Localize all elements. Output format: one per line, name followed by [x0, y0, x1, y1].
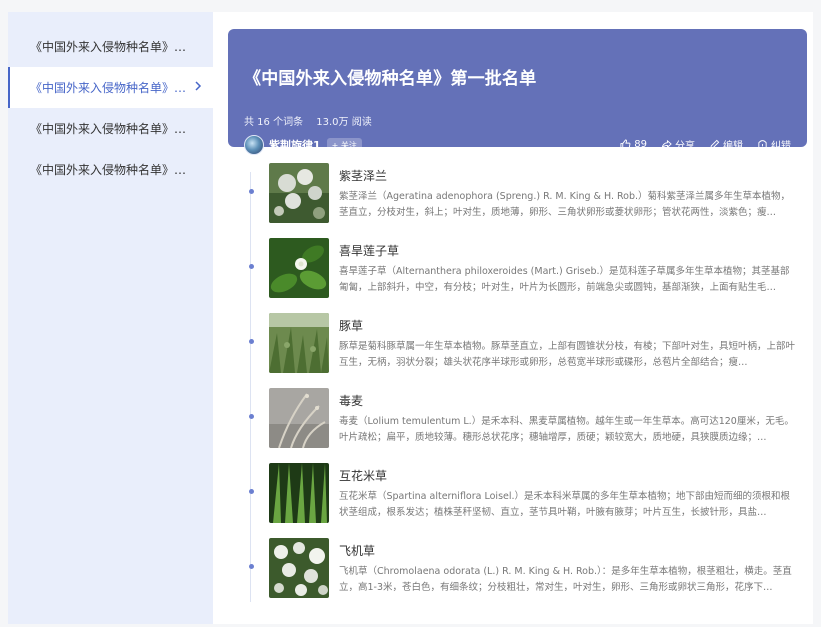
list-item[interactable]: 紫茎泽兰 紫茎泽兰（Ageratina adenophora (Spreng.)…	[249, 163, 799, 223]
timeline-line	[250, 172, 251, 602]
list-meta: 共 16 个词条 13.0万 阅读	[244, 113, 382, 128]
sidebar-item-label: 《中国外来入侵物种名单》第三批名单	[30, 163, 191, 177]
share-icon	[661, 139, 672, 149]
sidebar-item-batch-2[interactable]: 《中国外来入侵物种名单》第二批名单	[8, 108, 213, 149]
edit-button[interactable]: 编辑	[709, 137, 743, 152]
timeline-dot	[249, 339, 254, 344]
entry-thumbnail[interactable]	[269, 463, 329, 523]
share-label: 分享	[675, 141, 695, 152]
list-header-card: 《中国外来入侵物种名单》第一批名单 共 16 个词条 13.0万 阅读 紫荆旋律…	[228, 29, 807, 155]
entry-description: 互花米草（Spartina alterniflora Loisel.）是禾本科米…	[339, 491, 791, 518]
entry-description: 飞机草（Chromolaena odorata (L.) R. M. King …	[339, 566, 792, 593]
timeline-dot	[249, 564, 254, 569]
sidebar-item-label: 《中国外来入侵物种名单》第一批名单	[30, 81, 191, 95]
share-button[interactable]: 分享	[661, 137, 695, 152]
entry-title[interactable]: 飞机草	[339, 542, 375, 559]
timeline-dot	[249, 414, 254, 419]
list-item[interactable]: 喜旱莲子草 喜旱莲子草（Alternanthera philoxeroides …	[249, 238, 799, 298]
entry-description: 毒麦（Lolium temulentum L.）是禾本科、黑麦草属植物。越年生或…	[339, 416, 794, 443]
sidebar-item-label: 《中国外来入侵物种名单》第二批名单	[30, 122, 191, 136]
entry-thumbnail[interactable]	[269, 538, 329, 598]
page: 《中国外来入侵物种名单》第四批名单 《中国外来入侵物种名单》第一批名单 《中国外…	[0, 0, 821, 627]
list-item[interactable]: 毒麦 毒麦（Lolium temulentum L.）是禾本科、黑麦草属植物。越…	[249, 388, 799, 448]
like-count: 89	[634, 139, 647, 150]
action-bar: 89 分享 编辑 纠错	[606, 137, 791, 152]
correct-button[interactable]: 纠错	[757, 137, 791, 152]
edit-label: 编辑	[723, 141, 743, 152]
scrollbar[interactable]	[813, 12, 821, 624]
entry-count: 共 16 个词条	[244, 117, 304, 128]
entry-thumbnail[interactable]	[269, 238, 329, 298]
author-name[interactable]: 紫荆旋律1	[269, 137, 321, 153]
list-item[interactable]: 互花米草 互花米草（Spartina alterniflora Loisel.）…	[249, 463, 799, 523]
report-icon	[758, 140, 767, 150]
entry-description: 豚草是菊科豚草属一年生草本植物。豚草茎直立，上部有圆锥状分枝，有棱；下部叶对生，…	[339, 341, 796, 368]
entry-description: 喜旱莲子草（Alternanthera philoxeroides (Mart.…	[339, 266, 790, 293]
view-count: 13.0万 阅读	[316, 117, 372, 128]
entry-title[interactable]: 紫茎泽兰	[339, 167, 387, 184]
like-button[interactable]: 89	[620, 139, 647, 150]
main-panel: 《中国外来入侵物种名单》第一批名单 共 16 个词条 13.0万 阅读 紫荆旋律…	[213, 12, 821, 624]
avatar[interactable]	[244, 135, 264, 155]
timeline-dot	[249, 489, 254, 494]
timeline-dot	[249, 189, 254, 194]
chevron-right-icon	[195, 81, 202, 91]
entry-title[interactable]: 豚草	[339, 317, 363, 334]
sidebar: 《中国外来入侵物种名单》第四批名单 《中国外来入侵物种名单》第一批名单 《中国外…	[8, 12, 213, 624]
list-item[interactable]: 飞机草 飞机草（Chromolaena odorata (L.) R. M. K…	[249, 538, 799, 598]
pencil-icon	[709, 139, 720, 150]
entry-thumbnail[interactable]	[269, 388, 329, 448]
sidebar-item-batch-4[interactable]: 《中国外来入侵物种名单》第四批名单	[8, 26, 213, 67]
list-item[interactable]: 豚草 豚草是菊科豚草属一年生草本植物。豚草茎直立，上部有圆锥状分枝，有棱；下部叶…	[249, 313, 799, 373]
sidebar-item-label: 《中国外来入侵物种名单》第四批名单	[30, 40, 191, 54]
timeline-dot	[249, 264, 254, 269]
entry-description: 紫茎泽兰（Ageratina adenophora (Spreng.) R. M…	[339, 191, 791, 218]
entry-title[interactable]: 互花米草	[339, 467, 387, 484]
entry-title[interactable]: 毒麦	[339, 392, 363, 409]
entry-title[interactable]: 喜旱莲子草	[339, 242, 399, 259]
follow-button[interactable]: + 关注	[326, 138, 362, 152]
entry-thumbnail[interactable]	[269, 313, 329, 373]
author-info: 紫荆旋律1 + 关注	[244, 135, 362, 155]
page-title: 《中国外来入侵物种名单》第一批名单	[244, 69, 537, 89]
correct-label: 纠错	[771, 141, 791, 152]
sidebar-item-batch-1[interactable]: 《中国外来入侵物种名单》第一批名单	[8, 67, 213, 108]
thumbs-up-icon	[620, 139, 631, 150]
entry-thumbnail[interactable]	[269, 163, 329, 223]
sidebar-item-batch-3[interactable]: 《中国外来入侵物种名单》第三批名单	[8, 149, 213, 190]
